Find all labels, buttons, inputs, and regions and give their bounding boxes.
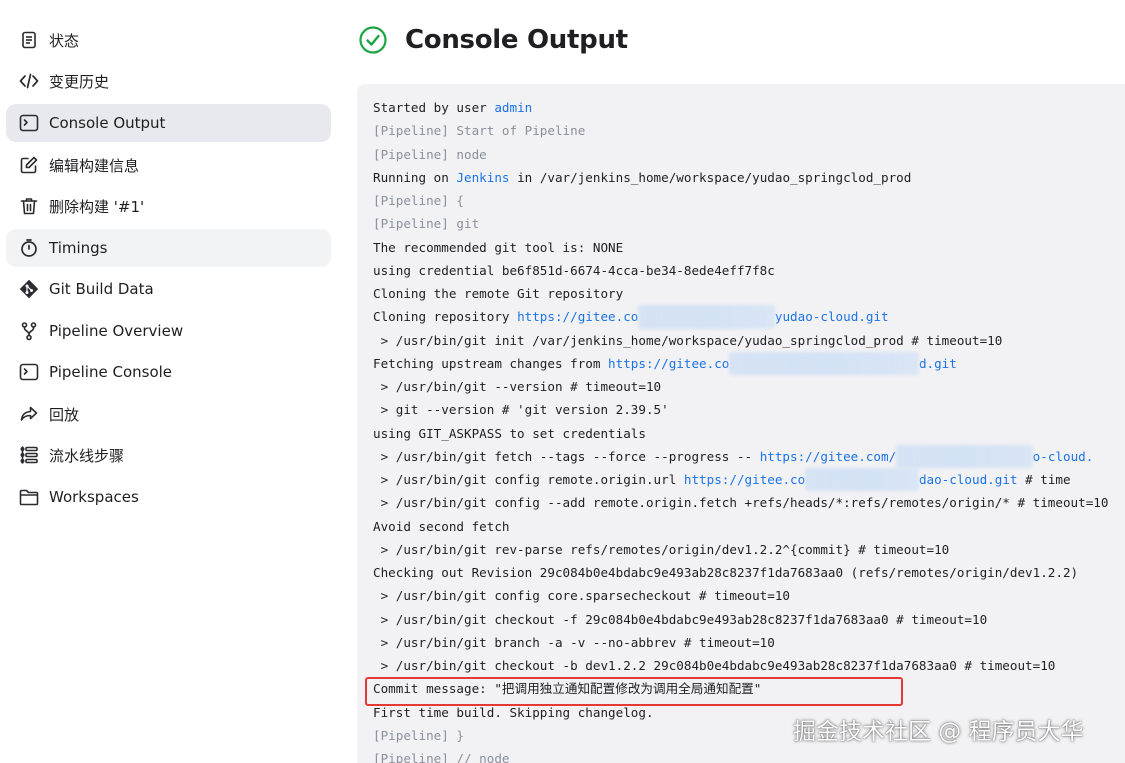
console-line: The recommended git tool is: NONE [373, 239, 624, 255]
branch-icon [18, 320, 40, 342]
console-line: [Pipeline] Start of Pipeline [373, 123, 586, 139]
sidebar-item-label: 状态 [49, 31, 80, 50]
sidebar-item-changes[interactable]: 变更历史 [6, 62, 331, 100]
console-text: yudao-cloud.git [774, 309, 889, 325]
clock-icon [18, 237, 40, 259]
git-icon [18, 278, 40, 300]
console-line: > /usr/bin/git config remote.origin.url … [373, 468, 1125, 492]
success-check-icon [359, 26, 387, 54]
watermark: 掘金技术社区 @ 程序员大华 [793, 719, 1084, 745]
console-output-panel[interactable]: Started by user admin [Pipeline] Start o… [357, 84, 1125, 763]
console-text: https://gitee.com/ [759, 448, 897, 464]
console-line: > /usr/bin/git --version # timeout=10 [373, 379, 662, 394]
console-text: > /usr/bin/git config remote.origin.url [373, 472, 684, 487]
redacted-text: xxxxxxxxxxxxxxxxxxxxxxxxx [729, 351, 919, 375]
sidebar-item-pipeline-console[interactable]: Pipeline Console [6, 353, 331, 391]
sidebar: 状态 变更历史 Console Output 编辑构建信息 删除构建 '#1' … [0, 0, 340, 763]
console-line: > /usr/bin/git rev-parse refs/remotes/or… [373, 541, 950, 557]
redacted-text: xxxxxxxxxxxxxxxxxx [896, 444, 1033, 468]
sidebar-item-timings[interactable]: Timings [6, 229, 331, 267]
console-line: > git --version # 'git version 2.39.5' [373, 402, 669, 418]
console-line: > /usr/bin/git checkout -b dev1.2.2 29c0… [373, 658, 1056, 673]
console-line: > /usr/bin/git config --add remote.origi… [373, 495, 1109, 511]
console-text: https://gitee.co [608, 355, 730, 371]
repo-link[interactable]: https://gitee.coxxxxxxxxxxxxxxxxxxxxxxxx… [608, 351, 957, 375]
sidebar-item-label: Git Build Data [49, 280, 154, 298]
console-text: Cloning repository [373, 309, 518, 325]
console-line: Cloning repository https://gitee.coxxxxx… [373, 305, 1125, 329]
terminal-icon [18, 361, 40, 383]
console-text: Running on [373, 169, 457, 185]
console-line: Running on Jenkins in /var/jenkins_home/… [373, 166, 1125, 189]
sidebar-item-label: Timings [49, 239, 108, 257]
sidebar-item-label: 变更历史 [49, 72, 110, 91]
console-line: [Pipeline] // node [373, 751, 510, 763]
console-line: > /usr/bin/git config core.sparsecheckou… [373, 588, 791, 604]
console-line: [Pipeline] node [373, 146, 487, 162]
sidebar-item-pipeline-steps[interactable]: 流水线步骤 [6, 436, 331, 474]
page-header: Console Output [358, 22, 628, 58]
console-line: > /usr/bin/git init /var/jenkins_home/wo… [373, 332, 1003, 348]
console-line: using credential be6f851d-6674-4cca-be34… [373, 262, 775, 278]
console-line: > /usr/bin/git fetch --tags --force --pr… [373, 444, 1125, 468]
console-line: using GIT_ASKPASS to set credentials [373, 425, 646, 441]
sidebar-item-replay[interactable]: 回放 [6, 395, 331, 433]
sidebar-item-workspaces[interactable]: Workspaces [6, 478, 331, 516]
console-text: # time [1017, 472, 1071, 487]
console-text: Fetching upstream changes from [373, 355, 609, 371]
code-icon [18, 70, 40, 92]
console-line: [Pipeline] git [373, 216, 480, 232]
sidebar-item-label: 流水线步骤 [49, 446, 125, 465]
redacted-text: xxxxxxxxxxxxxxxxxx [638, 305, 775, 329]
steps-icon [18, 444, 40, 466]
commit-message-highlight-box [365, 677, 903, 706]
document-icon [18, 29, 40, 51]
sidebar-item-label: 回放 [49, 405, 80, 424]
console-line: Started by user admin [373, 96, 1125, 119]
console-text: dao-cloud.git [918, 472, 1018, 487]
user-link[interactable]: admin [494, 100, 532, 115]
node-link[interactable]: Jenkins [456, 170, 509, 185]
sidebar-item-label: Console Output [49, 114, 166, 132]
console-text: > /usr/bin/git fetch --tags --force --pr… [373, 448, 760, 464]
terminal-icon [18, 112, 40, 134]
console-line: > /usr/bin/git checkout -f 29c084b0e4bda… [373, 611, 988, 627]
sidebar-item-edit-build-info[interactable]: 编辑构建信息 [6, 146, 331, 184]
sidebar-item-label: Pipeline Console [49, 363, 173, 381]
console-text: o-cloud. [1032, 448, 1094, 464]
console-text: https://gitee.co [517, 309, 639, 325]
console-text: d.git [918, 355, 957, 371]
replay-icon [18, 403, 40, 425]
sidebar-item-label: Workspaces [49, 488, 139, 506]
console-line: Cloning the remote Git repository [373, 286, 624, 301]
sidebar-item-label: Pipeline Overview [49, 322, 184, 340]
trash-icon [18, 195, 40, 217]
console-line: [Pipeline] { [373, 193, 464, 208]
console-line: Avoid second fetch [373, 518, 510, 534]
repo-link[interactable]: https://gitee.coxxxxxxxxxxxxxxxxxxyudao-… [517, 305, 889, 329]
sidebar-item-pipeline-overview[interactable]: Pipeline Overview [6, 312, 331, 350]
page-title: Console Output [405, 25, 628, 55]
console-line: > /usr/bin/git branch -a -v --no-abbrev … [373, 634, 775, 650]
sidebar-item-git-build-data[interactable]: Git Build Data [6, 270, 331, 308]
console-line: Fetching upstream changes from https://g… [373, 351, 1125, 375]
repo-link[interactable]: https://gitee.coxxxxxxxxxxxxxxxdao-cloud… [683, 468, 1018, 492]
sidebar-item-status[interactable]: 状态 [6, 21, 331, 59]
console-text: https://gitee.co [683, 472, 806, 487]
console-text: Started by user [373, 100, 495, 115]
edit-icon [18, 154, 40, 176]
repo-link[interactable]: https://gitee.com/xxxxxxxxxxxxxxxxxxo-cl… [759, 444, 1094, 468]
sidebar-item-delete-build[interactable]: 删除构建 '#1' [6, 187, 331, 225]
sidebar-item-label: 删除构建 '#1' [49, 197, 145, 216]
folder-icon [18, 486, 40, 508]
redacted-text: xxxxxxxxxxxxxxx [805, 468, 919, 492]
sidebar-item-console-output[interactable]: Console Output [6, 104, 331, 142]
console-text: in /var/jenkins_home/workspace/yudao_spr… [509, 169, 912, 185]
console-line: Checking out Revision 29c084b0e4bdabc9e4… [373, 565, 1079, 580]
sidebar-item-label: 编辑构建信息 [49, 156, 140, 175]
